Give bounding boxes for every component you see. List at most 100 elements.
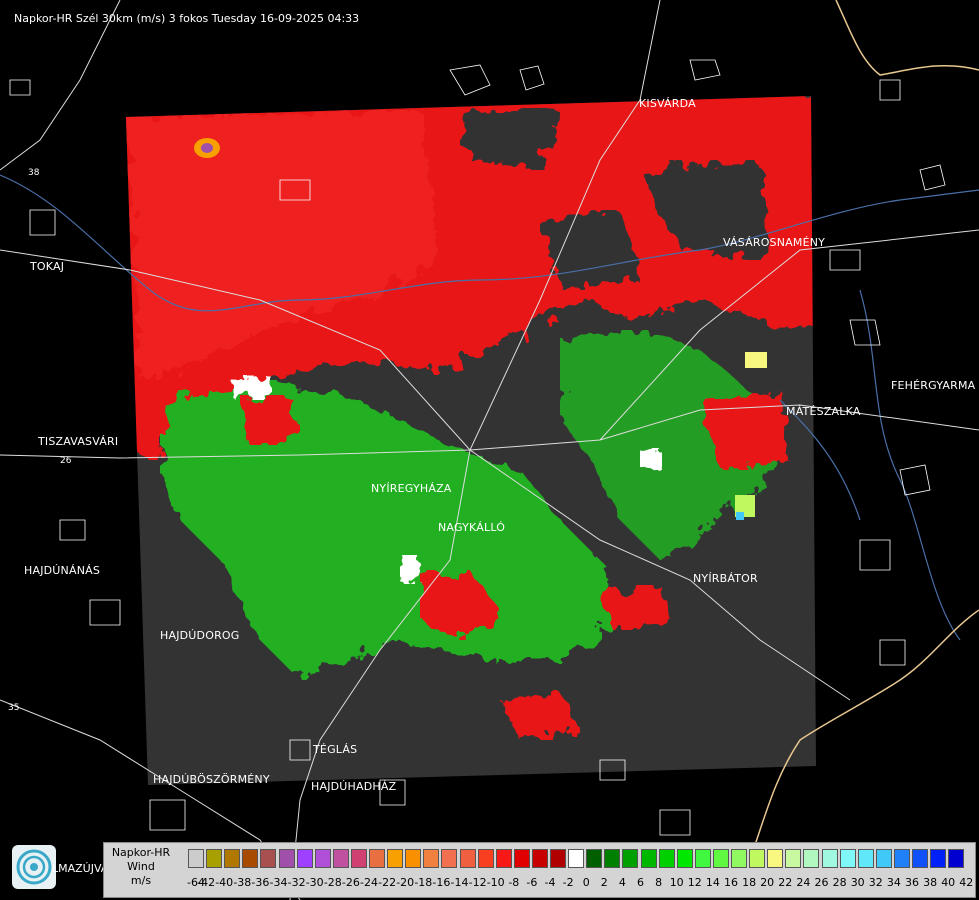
legend-tick-label: 40: [941, 876, 956, 889]
legend-swatch: [441, 849, 458, 868]
red-echo-west-1: [240, 395, 300, 445]
legend-title-line2: Wind: [127, 860, 155, 873]
legend-swatch: [875, 849, 892, 868]
legend-tick-label: -36: [251, 876, 270, 889]
city-label-vasarosnameny: VÁSÁROSNAMÉNY: [723, 236, 826, 249]
road-number-26: 26: [60, 456, 72, 466]
legend-tick-label: 10: [669, 876, 684, 889]
legend-swatch: [767, 849, 784, 868]
legend-swatch: [731, 849, 747, 868]
legend-swatch: [821, 849, 838, 868]
legend-tick-label: 24: [796, 876, 811, 889]
outline: [449, 64, 491, 96]
outline: [29, 209, 56, 236]
city-label-kisvarda: KISVÁRDA: [639, 97, 696, 110]
legend-tick-label: -34: [269, 876, 288, 889]
legend-tick-label: -14: [450, 876, 469, 889]
outline: [89, 599, 121, 626]
legend-tick-label: 16: [724, 876, 738, 889]
legend-swatch: [803, 849, 820, 868]
legend-swatch: [586, 849, 603, 868]
outline: [59, 519, 86, 541]
outline: [849, 319, 881, 346]
legend-tick-label: -6: [526, 876, 538, 889]
outline: [829, 249, 861, 271]
velocity-legend: Napkor-HR Wind m/s -64 -42 -40 -38 -36 -34 -32…: [103, 842, 976, 898]
hotspot-core: [201, 143, 213, 153]
outline: [879, 639, 906, 666]
legend-swatch: [242, 849, 259, 868]
legend-tick-label: 38: [923, 876, 938, 889]
light-echo-3: [736, 512, 744, 520]
legend-swatch: [278, 849, 295, 868]
city-label-tiszavasvari: TISZAVASVÁRI: [38, 435, 119, 448]
radar-map[interactable]: [0, 0, 979, 900]
legend-tick-label: 14: [705, 876, 720, 889]
legend-swatch: [893, 849, 910, 868]
legend-tick-label: -32: [287, 876, 306, 889]
legend-swatch: [857, 849, 874, 868]
legend-swatch: [260, 849, 277, 868]
legend-swatch: [369, 849, 385, 868]
legend-swatch: [206, 849, 223, 868]
legend-tick-label: -20: [396, 876, 415, 889]
city-label-hajduboszormeny: HAJDÚBÖSZÖRMÉNY: [153, 773, 270, 786]
legend-swatch: [405, 849, 422, 868]
legend-swatch: [387, 849, 404, 868]
legend-swatch: [604, 849, 621, 868]
river-szamos: [859, 289, 961, 641]
outline: [899, 464, 931, 496]
weather-service-logo: [12, 845, 56, 889]
legend-tick-label: 42: [959, 876, 974, 889]
legend-swatch: [712, 849, 729, 868]
outline: [689, 59, 721, 81]
legend-tick-label: -2: [562, 876, 574, 889]
legend-swatch: [296, 849, 313, 868]
legend-swatch: [749, 849, 766, 868]
city-label-hajduhadhaz: HAJDÚHADHÁZ: [311, 780, 397, 793]
legend-swatch: [314, 849, 331, 868]
map-title: Napkor-HR Szél 30km (m/s) 3 fokos Tuesda…: [14, 12, 360, 25]
legend-tick-label: -42: [197, 876, 216, 889]
city-label-tokaj: TOKAJ: [30, 260, 65, 273]
legend-swatch: [188, 849, 204, 868]
light-echo-1: [745, 352, 767, 368]
legend-swatch: [948, 849, 965, 868]
city-label-fehergyarmat: FEHÉRGYARMA: [891, 379, 976, 392]
city-label-nyirbator: NYÍRBÁTOR: [693, 572, 758, 585]
legend-swatch: [785, 849, 802, 868]
road-number-38: 38: [28, 168, 40, 178]
legend-swatch: [676, 849, 693, 868]
city-label-mateszalka: MÁTÉSZALKA: [786, 405, 861, 418]
legend-tick-label: 28: [832, 876, 847, 889]
legend-swatch: [550, 849, 566, 868]
legend-tick-label: -8: [508, 876, 520, 889]
legend-tick-label: 32: [868, 876, 883, 889]
legend-tick-label: 0: [582, 876, 590, 889]
white-speckle-2: [400, 555, 424, 584]
legend-swatch: [912, 849, 928, 868]
legend-tick-label: -22: [378, 876, 397, 889]
legend-tick-label: -18: [414, 876, 433, 889]
city-label-teglas: TÉGLÁS: [313, 743, 358, 756]
legend-tick-label: -10: [486, 876, 505, 889]
outline: [919, 164, 946, 191]
legend-swatch: [622, 849, 639, 868]
legend-swatch: [640, 849, 657, 868]
legend-swatch: [350, 849, 367, 868]
legend-tick-label: 8: [655, 876, 663, 889]
legend-swatch: [224, 849, 241, 868]
city-label-hajdudorog: HAJDÚDOROG: [160, 629, 240, 642]
legend-tick-label: 2: [600, 876, 608, 889]
outline: [879, 79, 901, 101]
legend-tick-label: 34: [886, 876, 901, 889]
city-label-hajdunanas: HAJDÚNÁNÁS: [24, 564, 101, 577]
legend-swatch: [694, 849, 711, 868]
city-label-nagykallo: NAGYKÁLLÓ: [438, 521, 506, 534]
outline: [519, 65, 545, 91]
road-number-35: 35: [8, 703, 20, 713]
legend-swatch: [930, 849, 947, 868]
legend-tick-label: 20: [760, 876, 775, 889]
legend-tick-label: 12: [687, 876, 702, 889]
legend-tick-label: -40: [215, 876, 234, 889]
